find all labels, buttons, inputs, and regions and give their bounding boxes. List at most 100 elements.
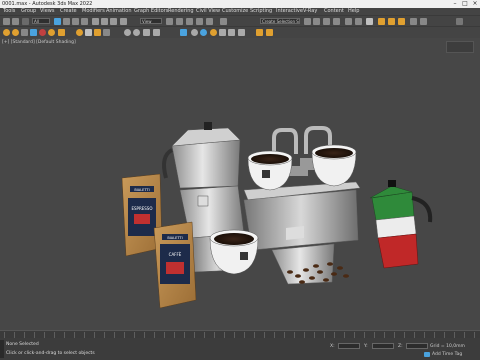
a360-icon[interactable]	[420, 18, 427, 25]
menu-civil-view[interactable]: Civil View	[196, 8, 220, 15]
coffee-cup-stand-left[interactable]	[247, 150, 293, 191]
add-time-tag-button[interactable]: Add Time Tag	[432, 352, 462, 357]
close-icon[interactable]: ×	[470, 0, 480, 8]
bag-type-label: CAFFÈ	[169, 252, 182, 257]
coffee-bag-front-right[interactable]: BIALETTI CAFFÈ	[153, 221, 197, 309]
maximize-icon[interactable]: □	[460, 0, 470, 8]
sun-icon[interactable]	[210, 29, 217, 36]
vray-ipr-icon[interactable]	[94, 29, 101, 36]
menu-vray[interactable]: V-Ray	[303, 8, 317, 15]
region-select-icon[interactable]	[72, 18, 79, 25]
y-coord-field[interactable]	[372, 343, 394, 349]
menu-create[interactable]: Create	[60, 8, 77, 15]
grid-size: Grid = 10,0mm	[430, 344, 465, 349]
y-coord-label: Y:	[364, 344, 368, 349]
rendered-frame-icon[interactable]	[388, 18, 395, 25]
vray-proxy-icon[interactable]	[21, 29, 28, 36]
secondary-toolbar	[0, 26, 480, 38]
vray-ies-icon[interactable]	[58, 29, 65, 36]
camera-icon[interactable]	[180, 29, 187, 36]
menu-group[interactable]: Group	[21, 8, 36, 15]
x-coord-label: X:	[330, 344, 335, 349]
menu-graph-editors[interactable]: Graph Editors	[134, 8, 168, 15]
helper-icon[interactable]	[219, 29, 226, 36]
menu-help[interactable]: Help	[348, 8, 359, 15]
perspective-viewport[interactable]: [+] [Standard] [Default Shading] BIALETT…	[0, 38, 480, 330]
vray-light-icon[interactable]	[3, 29, 10, 36]
window-crossing-icon[interactable]	[81, 18, 88, 25]
vray-vfb-icon[interactable]	[85, 29, 92, 36]
layer-explorer-icon[interactable]	[323, 18, 330, 25]
menu-modifiers[interactable]: Modifiers	[82, 8, 105, 15]
status-prompt: Click or click-and-drag to select object…	[6, 351, 95, 356]
vray-dome-icon[interactable]	[48, 29, 55, 36]
named-selection-set-dropdown[interactable]: Create Selection Se	[260, 18, 300, 24]
menu-tools[interactable]: Tools	[3, 8, 15, 15]
schematic-view-icon[interactable]	[355, 18, 362, 25]
render-production-icon[interactable]	[398, 18, 405, 25]
redo-icon[interactable]	[12, 18, 19, 25]
box-icon[interactable]	[143, 29, 150, 36]
list-icon[interactable]	[238, 29, 245, 36]
menu-bar: Tools Group Views Create Modifiers Anima…	[0, 8, 480, 15]
vray-plane-icon[interactable]	[30, 29, 37, 36]
angle-snap-icon[interactable]	[186, 18, 193, 25]
grid-icon[interactable]	[228, 29, 235, 36]
percent-snap-icon[interactable]	[196, 18, 203, 25]
batch-render-icon[interactable]	[266, 29, 273, 36]
status-bar: None Selected Click or click-and-drag to…	[0, 338, 480, 360]
cylinder-icon[interactable]	[153, 29, 160, 36]
vray-render-icon[interactable]	[76, 29, 83, 36]
menu-animation[interactable]: Animation	[106, 8, 132, 15]
sphere-icon[interactable]	[124, 29, 131, 36]
menu-interactive[interactable]: Interactive	[276, 8, 303, 15]
selection-filter-dropdown[interactable]: All	[32, 18, 50, 24]
coffee-cup-stand-right[interactable]	[311, 144, 357, 187]
time-tag-icon[interactable]	[424, 352, 430, 357]
status-selection: None Selected	[6, 342, 39, 347]
render-cloud-icon[interactable]	[410, 18, 417, 25]
material-editor-icon[interactable]	[366, 18, 373, 25]
select-object-icon[interactable]	[54, 18, 61, 25]
bag-brand-label-2: BIALETTI	[167, 236, 182, 240]
link-icon[interactable]	[22, 18, 29, 25]
vray-sun-icon[interactable]	[12, 29, 19, 36]
render-setup-icon[interactable]	[378, 18, 385, 25]
mirror-icon[interactable]	[304, 18, 311, 25]
scene-render: BIALETTI ESPRESSO BIALETTI CAFFÈ	[121, 122, 433, 309]
z-coord-label: Z:	[398, 344, 403, 349]
move-icon[interactable]	[92, 18, 99, 25]
z-coord-field[interactable]	[406, 343, 428, 349]
vray-cam-icon[interactable]	[103, 29, 110, 36]
placement-icon[interactable]	[120, 18, 127, 25]
x-coord-field[interactable]	[338, 343, 360, 349]
window-title: 0001.max - Autodesk 3ds Max 2022	[2, 1, 93, 7]
main-toolbar: All View Create Selection Se	[0, 15, 480, 26]
menu-customize[interactable]: Customize	[222, 8, 248, 15]
toolbar-extra-icon[interactable]	[456, 18, 463, 25]
scale-icon[interactable]	[110, 18, 117, 25]
pivot-icon[interactable]	[166, 18, 173, 25]
rotate-icon[interactable]	[101, 18, 108, 25]
minimize-icon[interactable]: –	[450, 0, 460, 8]
menu-scripting[interactable]: Scripting	[250, 8, 272, 15]
snap-toggle-icon[interactable]	[176, 18, 183, 25]
dot-icon[interactable]	[191, 29, 198, 36]
spinner-snap-icon[interactable]	[206, 18, 213, 25]
menu-rendering[interactable]: Rendering	[168, 8, 194, 15]
undo-icon[interactable]	[3, 18, 10, 25]
edit-named-sets-icon[interactable]	[220, 18, 227, 25]
globe-icon[interactable]	[200, 29, 207, 36]
menu-content[interactable]: Content	[324, 8, 344, 15]
vray-fur-icon[interactable]	[39, 29, 46, 36]
select-by-name-icon[interactable]	[63, 18, 70, 25]
curve-editor-icon[interactable]	[345, 18, 352, 25]
moka-pot-italian[interactable]	[369, 180, 433, 269]
torus-icon[interactable]	[133, 29, 140, 36]
render-icon[interactable]	[256, 29, 263, 36]
align-icon[interactable]	[313, 18, 320, 25]
maxscript-listener[interactable]	[0, 340, 4, 358]
toggle-ribbon-icon[interactable]	[333, 18, 340, 25]
reference-coord-dropdown[interactable]: View	[140, 18, 162, 24]
menu-views[interactable]: Views	[40, 8, 54, 15]
